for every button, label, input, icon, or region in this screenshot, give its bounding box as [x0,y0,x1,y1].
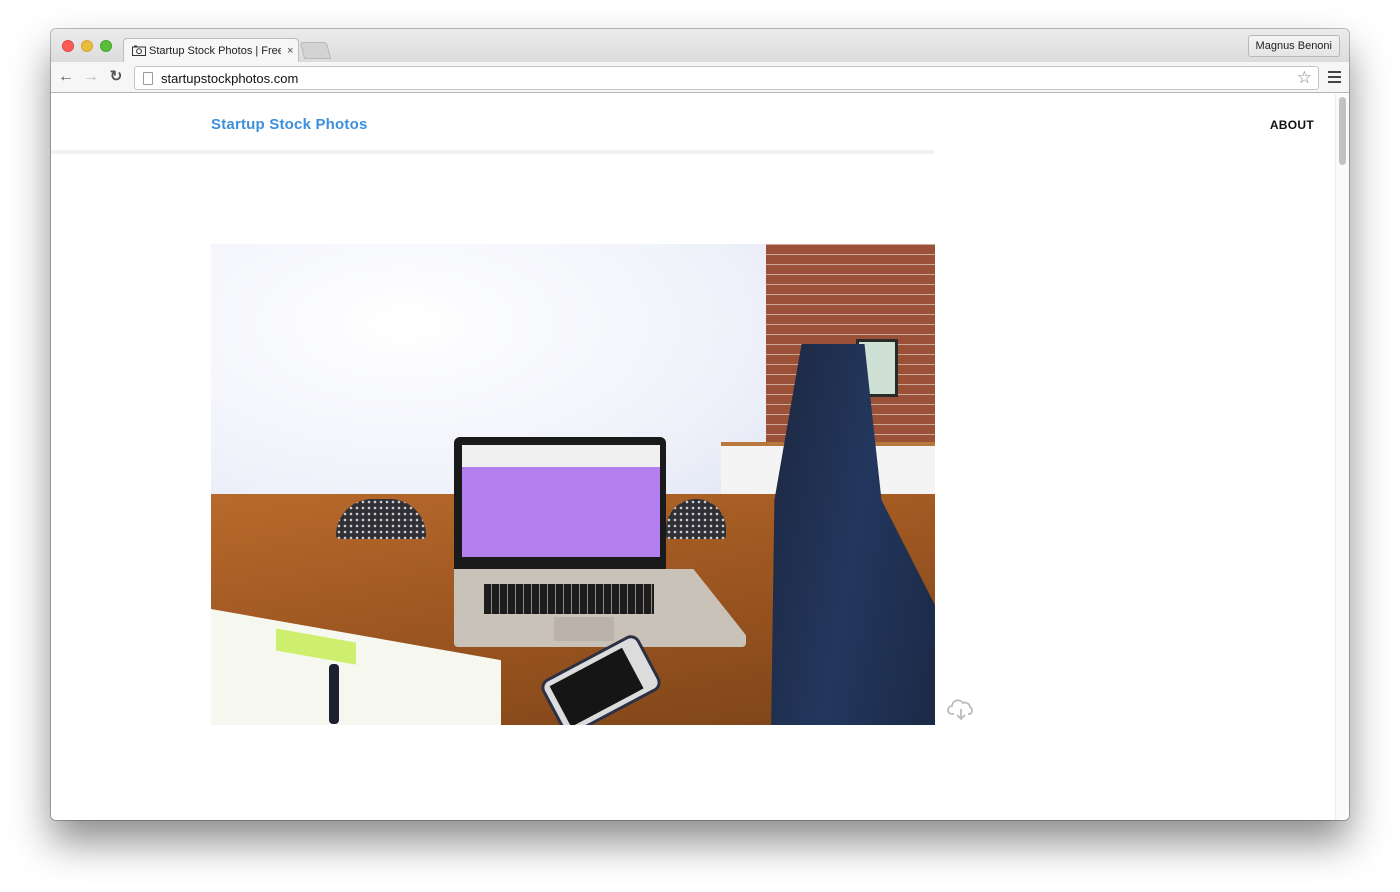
url-text[interactable]: startupstockphotos.com [161,71,298,86]
maximize-window-button[interactable] [100,40,112,52]
tab-title: Startup Stock Photos | Free [149,44,281,57]
site-logo[interactable]: Startup Stock Photos [211,116,368,133]
photo-pen [329,664,339,724]
header-divider [51,150,934,154]
photo-laptop-screen [454,437,666,569]
forward-arrow-icon[interactable]: → [82,68,100,86]
page-viewport: Startup Stock Photos ABOUT [51,94,1349,820]
page-icon [143,71,153,85]
back-arrow-icon[interactable]: ← [57,68,75,86]
cloud-download-icon[interactable] [947,698,975,722]
bookmark-star-icon[interactable]: ☆ [1297,68,1312,88]
photo-laptop-base [454,569,746,647]
camera-icon [132,45,146,56]
nav-about-link[interactable]: ABOUT [1270,118,1314,132]
photo-sticky-note [276,628,356,665]
new-tab-button[interactable] [299,42,332,59]
photo-laptop-trackpad [554,617,614,641]
photo-laptop-keyboard [484,584,654,614]
scrollbar-thumb[interactable] [1339,97,1346,165]
title-bar: Startup Stock Photos | Free × Magnus Ben… [51,29,1349,62]
reload-icon[interactable]: ↻ [107,68,125,86]
menu-icon[interactable] [1328,71,1341,86]
minimize-window-button[interactable] [81,40,93,52]
photo-laptop-browser [462,445,660,467]
close-window-button[interactable] [62,40,74,52]
photo-laptop-display [462,467,660,557]
vertical-scrollbar[interactable] [1335,94,1349,820]
profile-button[interactable]: Magnus Benoni [1247,35,1340,57]
stock-photo[interactable] [211,244,935,725]
browser-window: Startup Stock Photos | Free × Magnus Ben… [51,29,1349,820]
tab-close-icon[interactable]: × [287,45,293,57]
address-bar[interactable]: startupstockphotos.com ☆ [134,66,1319,90]
browser-toolbar: ← → ↻ startupstockphotos.com ☆ [51,62,1349,93]
tab-startup-stock-photos[interactable]: Startup Stock Photos | Free × [123,38,299,62]
